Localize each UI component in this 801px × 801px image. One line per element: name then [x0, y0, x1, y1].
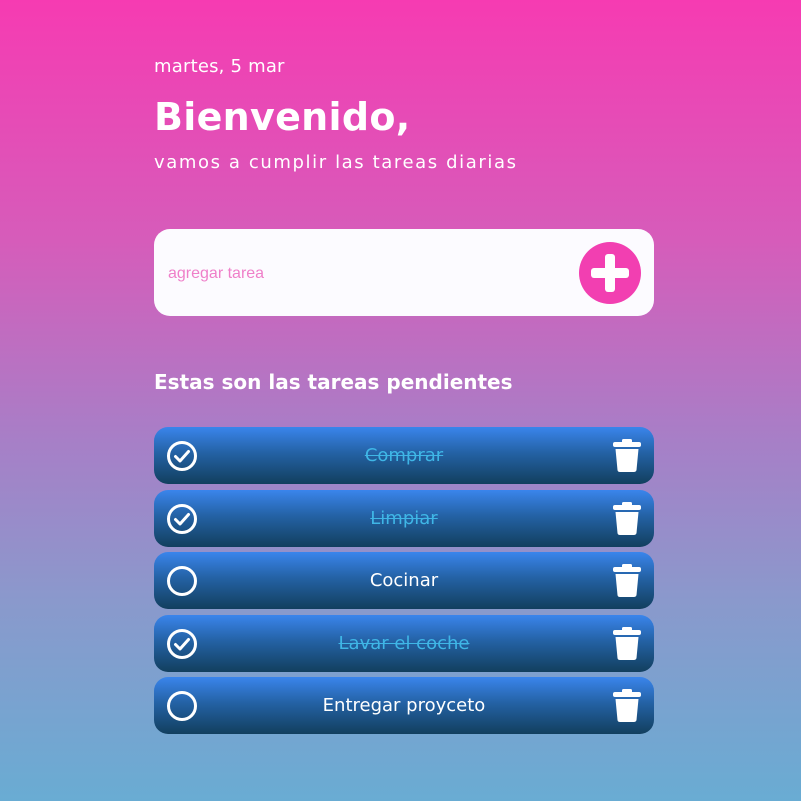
- task-item: Entregar proyceto: [154, 677, 654, 734]
- task-label: Limpiar: [370, 508, 438, 529]
- trash-icon[interactable]: [612, 564, 642, 597]
- check-circle-icon[interactable]: [166, 628, 198, 660]
- task-item: Comprar: [154, 427, 654, 484]
- task-label: Lavar el coche: [338, 633, 470, 654]
- plus-icon: [591, 254, 629, 292]
- empty-circle-icon[interactable]: [166, 690, 198, 722]
- task-label: Entregar proyceto: [322, 695, 486, 716]
- trash-icon[interactable]: [612, 689, 642, 722]
- trash-icon[interactable]: [612, 627, 642, 660]
- page-subtitle: vamos a cumplir las tareas diarias: [154, 152, 518, 173]
- empty-circle-icon[interactable]: [166, 565, 198, 597]
- date-label: martes, 5 mar: [154, 56, 285, 77]
- task-item: Lavar el coche: [154, 615, 654, 672]
- task-item: Limpiar: [154, 490, 654, 547]
- task-item: Cocinar: [154, 552, 654, 609]
- trash-icon[interactable]: [612, 439, 642, 472]
- page-title: Bienvenido,: [154, 95, 411, 139]
- add-task-input[interactable]: [166, 257, 570, 291]
- add-task-panel: [154, 229, 654, 316]
- section-title: Estas son las tareas pendientes: [154, 370, 513, 394]
- check-circle-icon[interactable]: [166, 503, 198, 535]
- task-label: Cocinar: [369, 570, 439, 591]
- add-task-button[interactable]: [579, 242, 641, 304]
- check-circle-icon[interactable]: [166, 440, 198, 472]
- trash-icon[interactable]: [612, 502, 642, 535]
- task-label: Comprar: [364, 445, 444, 466]
